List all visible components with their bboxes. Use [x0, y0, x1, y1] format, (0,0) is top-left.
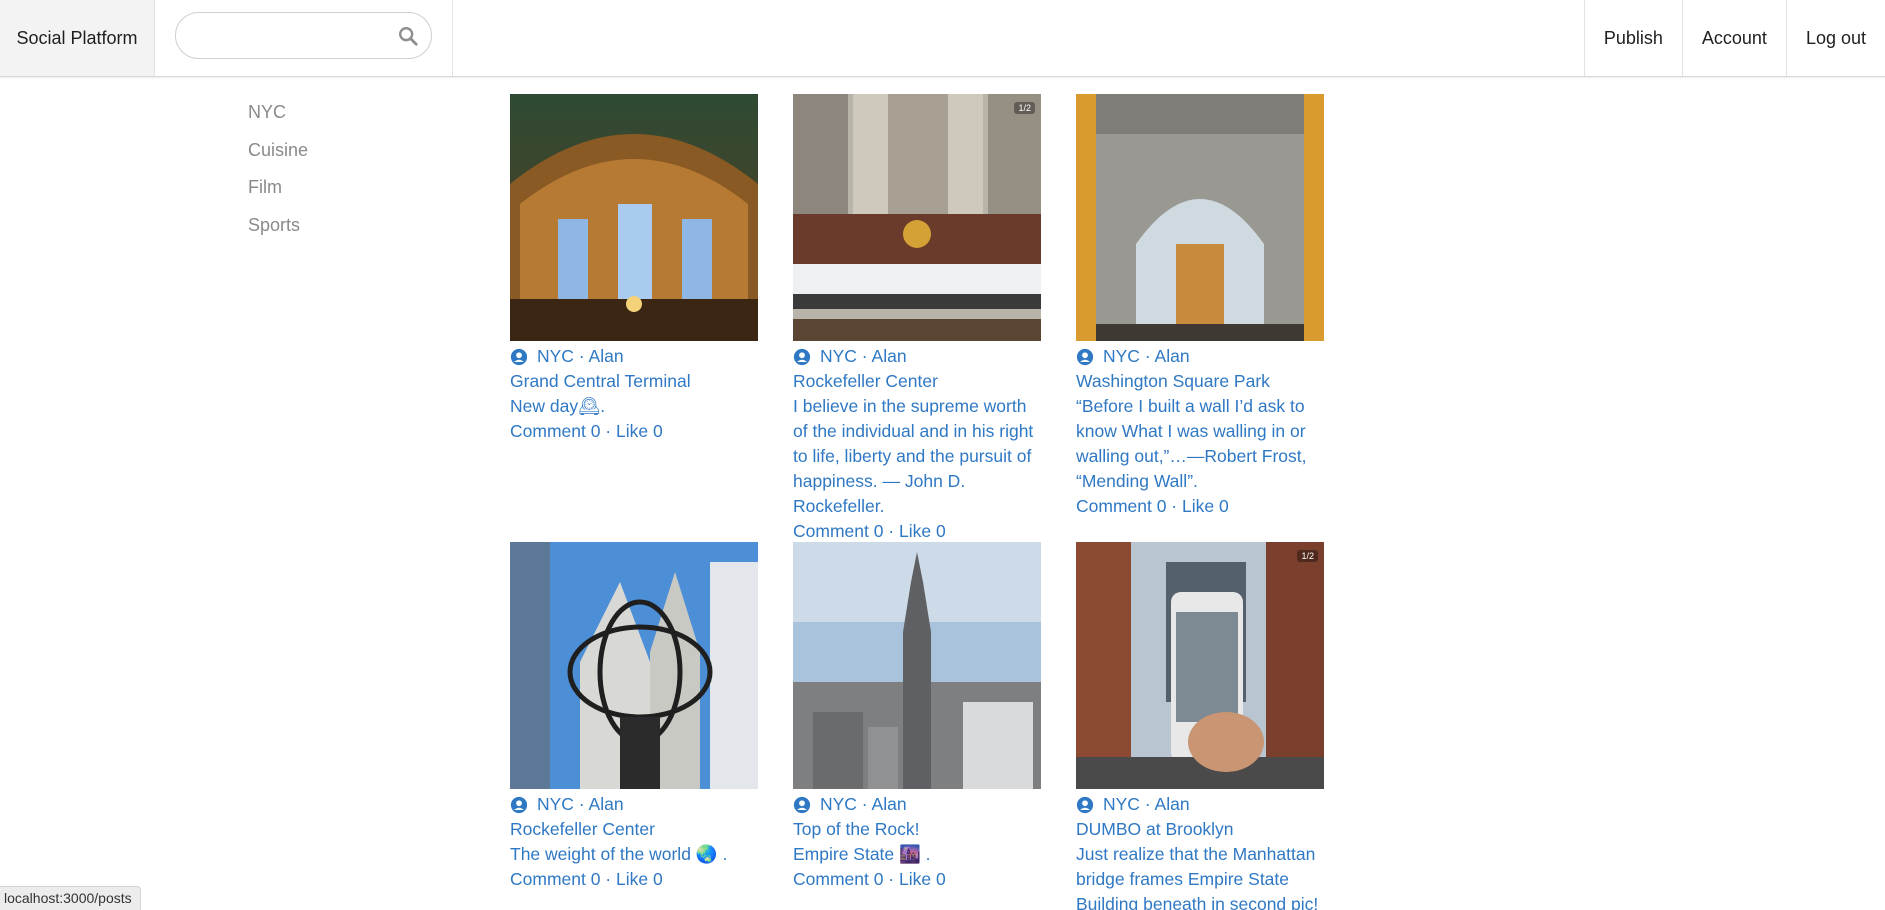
post-body[interactable]: New day🕰. [510, 394, 758, 419]
post-title[interactable]: Top of the Rock! [793, 817, 1041, 842]
post-category-author[interactable]: NYC · Alan [537, 344, 624, 369]
category-sports[interactable]: Sports [248, 213, 308, 251]
post-image[interactable]: 1/2 [1076, 542, 1324, 789]
post-card[interactable]: 1/2 NYC · Alan Rockefeller Center I beli… [793, 94, 1041, 544]
post-body[interactable]: Empire State 🌆 . [793, 842, 1041, 867]
post-image[interactable] [793, 542, 1041, 789]
post-title[interactable]: Rockefeller Center [510, 817, 758, 842]
search-box [175, 12, 432, 59]
search-area [155, 0, 453, 76]
user-avatar-icon [510, 348, 528, 365]
post-meta: NYC · Alan [1076, 344, 1324, 369]
post-stats[interactable]: Comment 0 · Like 0 [510, 419, 758, 444]
post-card[interactable]: 1/2 NYC · Alan DUMBO at Brooklyn Just re… [1076, 542, 1324, 910]
post-image[interactable] [1076, 94, 1324, 341]
post-image[interactable]: 1/2 [793, 94, 1041, 341]
user-avatar-icon [793, 348, 811, 365]
post-meta: NYC · Alan [510, 344, 758, 369]
post-title[interactable]: Rockefeller Center [793, 369, 1041, 394]
post-card[interactable]: NYC · Alan Top of the Rock! Empire State… [793, 542, 1041, 892]
top-navbar: Social Platform Publish Account Log out [0, 0, 1885, 77]
category-cuisine[interactable]: Cuisine [248, 138, 308, 176]
post-meta: NYC · Alan [793, 792, 1041, 817]
search-icon[interactable] [397, 25, 419, 47]
account-link[interactable]: Account [1681, 0, 1786, 76]
post-card[interactable]: NYC · Alan Washington Square Park “Befor… [1076, 94, 1324, 519]
image-count-badge: 1/2 [1297, 550, 1318, 562]
user-avatar-icon [793, 796, 811, 813]
image-count-badge: 1/2 [1014, 102, 1035, 114]
post-meta: NYC · Alan [793, 344, 1041, 369]
post-title[interactable]: Washington Square Park [1076, 369, 1324, 394]
post-body[interactable]: Just realize that the Manhattan bridge f… [1076, 842, 1324, 910]
user-avatar-icon [510, 796, 528, 813]
browser-status-url: localhost:3000/posts [0, 886, 141, 910]
post-card[interactable]: NYC · Alan Rockefeller Center The weight… [510, 542, 758, 892]
post-title[interactable]: DUMBO at Brooklyn [1076, 817, 1324, 842]
post-stats[interactable]: Comment 0 · Like 0 [1076, 494, 1324, 519]
post-category-author[interactable]: NYC · Alan [820, 344, 907, 369]
brand-logo[interactable]: Social Platform [0, 0, 155, 76]
category-nyc[interactable]: NYC [248, 100, 308, 138]
publish-link[interactable]: Publish [1583, 0, 1682, 76]
post-category-author[interactable]: NYC · Alan [1103, 344, 1190, 369]
post-meta: NYC · Alan [510, 792, 758, 817]
post-image[interactable] [510, 542, 758, 789]
post-body[interactable]: I believe in the supreme worth of the in… [793, 394, 1041, 519]
user-avatar-icon [1076, 348, 1094, 365]
logout-link[interactable]: Log out [1785, 0, 1885, 76]
category-sidebar: NYC Cuisine Film Sports [248, 100, 308, 250]
post-stats[interactable]: Comment 0 · Like 0 [793, 519, 1041, 544]
post-category-author[interactable]: NYC · Alan [1103, 792, 1190, 817]
post-title[interactable]: Grand Central Terminal [510, 369, 758, 394]
post-image[interactable] [510, 94, 758, 341]
post-category-author[interactable]: NYC · Alan [537, 792, 624, 817]
post-body[interactable]: The weight of the world 🌏 . [510, 842, 758, 867]
user-avatar-icon [1076, 796, 1094, 813]
post-stats[interactable]: Comment 0 · Like 0 [793, 867, 1041, 892]
post-category-author[interactable]: NYC · Alan [820, 792, 907, 817]
post-body[interactable]: “Before I built a wall I’d ask to know W… [1076, 394, 1324, 494]
post-card[interactable]: NYC · Alan Grand Central Terminal New da… [510, 94, 758, 444]
category-film[interactable]: Film [248, 175, 308, 213]
post-meta: NYC · Alan [1076, 792, 1324, 817]
nav-right: Publish Account Log out [1583, 0, 1885, 76]
search-input[interactable] [192, 21, 392, 51]
post-stats[interactable]: Comment 0 · Like 0 [510, 867, 758, 892]
